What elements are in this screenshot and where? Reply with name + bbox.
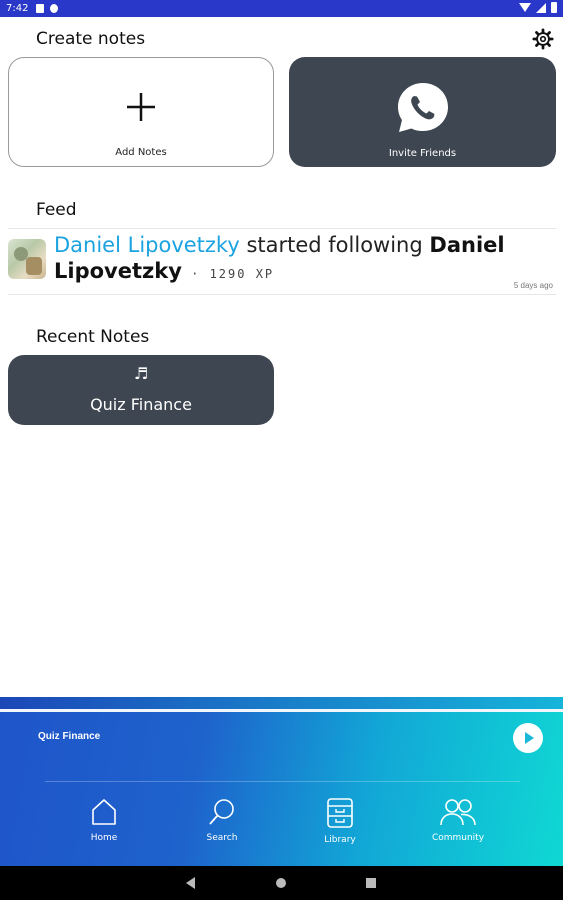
search-icon <box>209 799 234 825</box>
settings-gear-icon[interactable] <box>532 28 554 50</box>
battery-icon <box>551 2 557 13</box>
now-playing-title[interactable]: Quiz Finance <box>38 731 100 742</box>
nav-home[interactable]: Home <box>64 797 144 843</box>
wifi-icon <box>519 3 531 12</box>
feed-title: Feed <box>36 200 77 220</box>
whatsapp-icon <box>398 83 448 132</box>
nav-community[interactable]: Community <box>418 797 498 843</box>
recent-note-card[interactable]: ♬ Quiz Finance <box>8 355 274 425</box>
nav-library-label: Library <box>324 835 356 845</box>
status-bar: 7:42 <box>0 0 563 17</box>
feed-xp-text: · 1290 XP <box>181 267 275 281</box>
community-icon <box>440 799 476 826</box>
signal-icon <box>536 2 546 13</box>
nav-separator <box>45 781 520 782</box>
plus-icon <box>127 93 155 121</box>
system-nav-bar <box>0 866 563 900</box>
invite-friends-label: Invite Friends <box>388 148 457 159</box>
player-divider <box>0 709 563 712</box>
player-progress-track[interactable] <box>0 697 563 709</box>
home-circle-icon[interactable] <box>276 878 286 888</box>
music-note-icon: ♬ <box>133 364 149 383</box>
nav-library[interactable]: Library <box>300 797 380 845</box>
add-notes-label: Add Notes <box>115 147 167 158</box>
back-icon[interactable] <box>186 877 195 889</box>
recent-apps-icon[interactable] <box>366 878 376 888</box>
feed-item[interactable]: Daniel Lipovetzky started following Dani… <box>54 232 524 287</box>
mini-player: Quiz Finance Home Search Library Communi… <box>0 697 563 866</box>
feed-timestamp: 5 days ago <box>513 281 553 290</box>
nav-community-label: Community <box>431 833 485 843</box>
feed-divider-top <box>8 228 556 229</box>
status-time: 7:42 <box>6 3 29 14</box>
nav-home-label: Home <box>90 833 118 843</box>
sync-icon <box>50 4 58 13</box>
sd-card-icon <box>36 4 44 13</box>
home-icon <box>92 799 116 825</box>
nav-search-label: Search <box>206 833 238 843</box>
play-button[interactable] <box>513 723 543 753</box>
library-icon <box>327 798 353 828</box>
feed-actor-link[interactable]: Daniel Lipovetzky <box>54 233 240 257</box>
feed-divider-bottom <box>8 294 556 295</box>
recent-note-title: Quiz Finance <box>90 395 192 414</box>
feed-action-text: started following <box>239 233 430 257</box>
nav-search[interactable]: Search <box>182 797 262 843</box>
recent-notes-title: Recent Notes <box>36 327 150 347</box>
avatar[interactable] <box>8 239 46 279</box>
create-notes-title: Create notes <box>36 29 146 49</box>
